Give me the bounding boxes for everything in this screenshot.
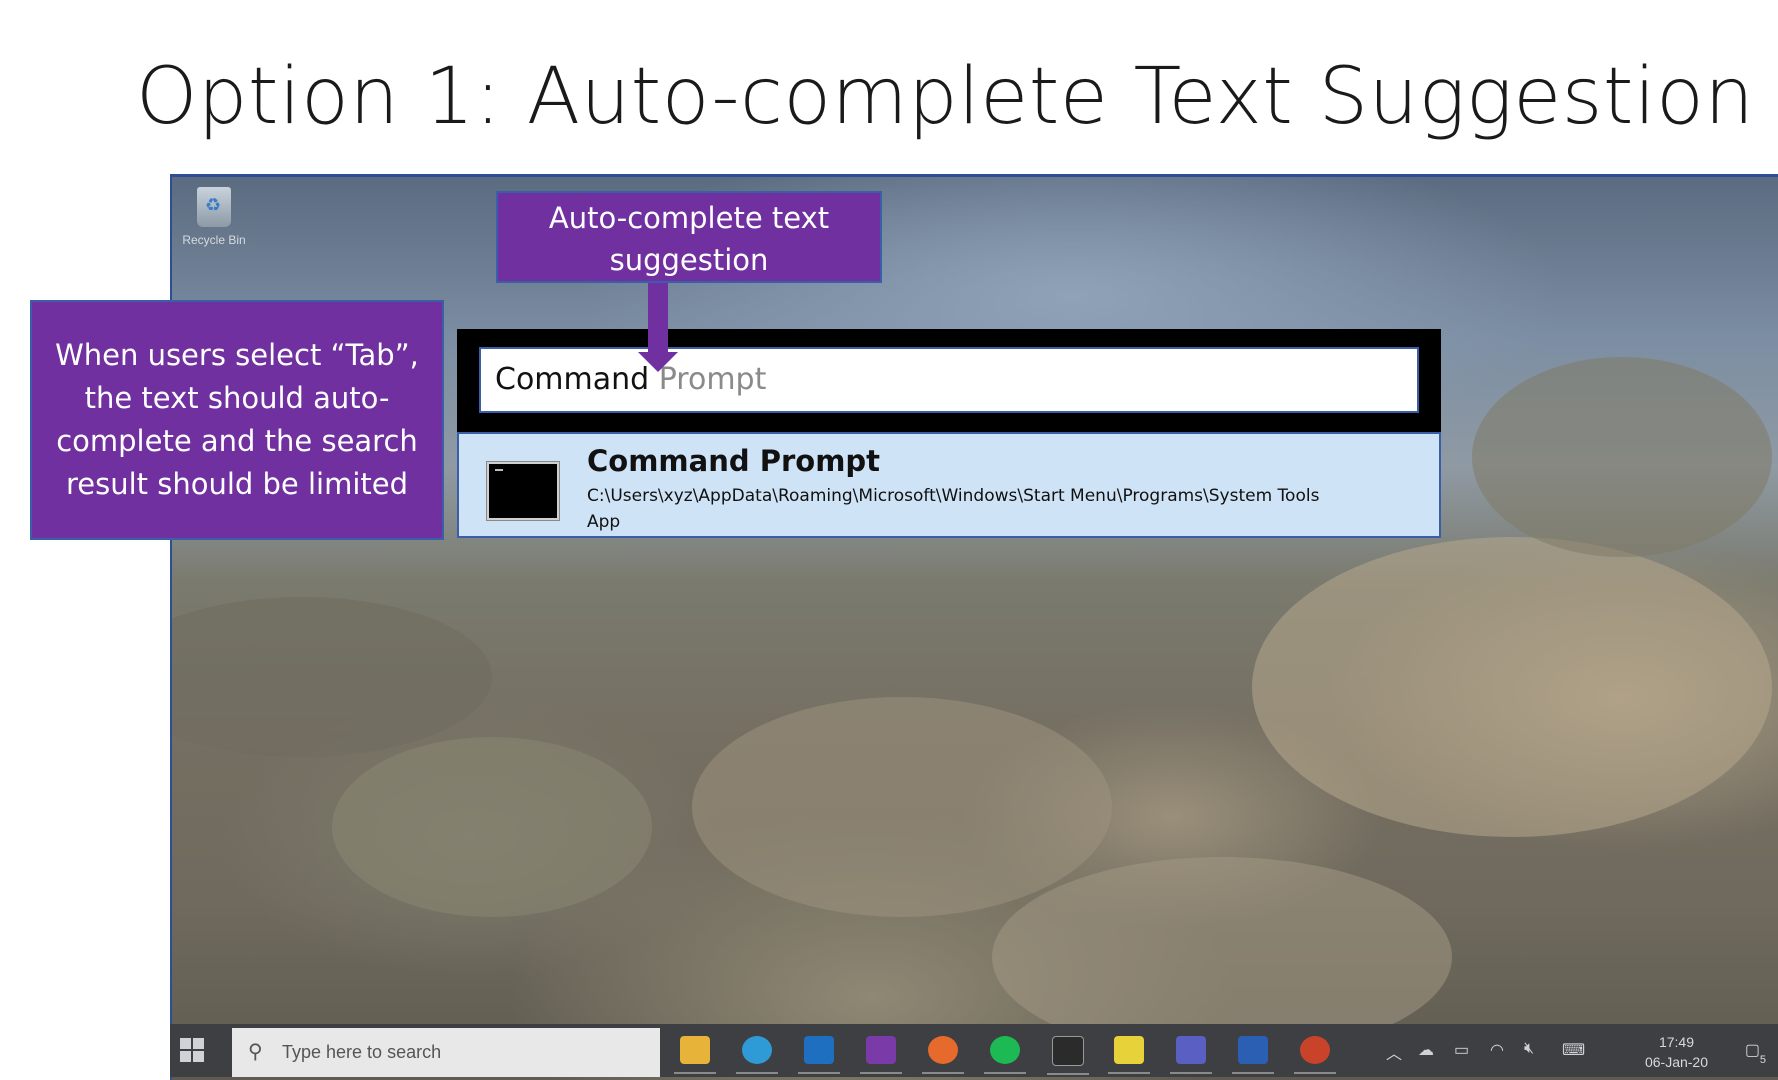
callout-arrow-head xyxy=(638,352,678,372)
clock-time: 17:49 xyxy=(1658,1034,1694,1050)
notification-icon[interactable]: ▢ xyxy=(1745,1040,1760,1060)
firefox-icon[interactable] xyxy=(922,1036,964,1074)
taskbar-search-placeholder: Type here to search xyxy=(282,1042,442,1062)
chevron-up-icon[interactable]: ︿ xyxy=(1386,1040,1402,1064)
result-title: Command Prompt xyxy=(587,444,881,478)
word-icon[interactable] xyxy=(1232,1036,1274,1074)
windows-start-icon[interactable] xyxy=(180,1038,206,1064)
result-type: App xyxy=(587,512,621,532)
recycle-bin-label: Recycle Bin xyxy=(182,233,246,247)
clock-date: 06-Jan-20 xyxy=(1644,1054,1708,1070)
callout-tab-behavior: When users select “Tab”, the text should… xyxy=(30,300,444,540)
onenote-icon[interactable] xyxy=(860,1036,902,1074)
system-tray: ︿ ☁ ▭ ◠ 🔇︎ ⌨ 17:49 06-Jan-20 ▢ 5 xyxy=(1378,1024,1778,1077)
search-result-item[interactable]: Command Prompt C:\Users\xyz\AppData\Roam… xyxy=(457,432,1441,538)
callout-autocomplete: Auto-complete text suggestion xyxy=(496,191,882,283)
recycle-bin-icon xyxy=(197,187,231,227)
taskbar: ⚲ Type here to search ︿ ☁ ▭ ◠ 🔇︎ ⌨ 17:49… xyxy=(170,1024,1778,1077)
search-icon: ⚲ xyxy=(248,1041,263,1063)
callout-text: complete and the search xyxy=(56,424,418,458)
search-typed-text: Command xyxy=(495,362,650,397)
powerpoint-icon[interactable] xyxy=(1294,1036,1336,1074)
callout-arrow xyxy=(648,283,668,353)
keyboard-icon[interactable]: ⌨ xyxy=(1562,1040,1585,1060)
clock[interactable]: 17:49 06-Jan-20 xyxy=(1645,1032,1708,1072)
taskbar-search-box[interactable]: ⚲ Type here to search xyxy=(232,1028,660,1077)
notification-count: 5 xyxy=(1759,1054,1766,1066)
callout-text: suggestion xyxy=(609,243,769,277)
callout-text: Auto-complete text xyxy=(548,201,830,235)
teams-icon[interactable] xyxy=(1170,1036,1212,1074)
callout-text: result should be limited xyxy=(65,467,409,501)
edge-beta-icon[interactable] xyxy=(736,1036,778,1074)
command-prompt-icon xyxy=(487,462,559,520)
wifi-icon[interactable]: ◠ xyxy=(1490,1040,1504,1060)
callout-text: When users select “Tab”, xyxy=(55,338,419,372)
callout-text: the text should auto- xyxy=(84,381,390,415)
volume-muted-icon[interactable]: 🔇︎ xyxy=(1524,1040,1534,1058)
onedrive-icon[interactable]: ☁ xyxy=(1418,1040,1434,1060)
battery-icon[interactable]: ▭ xyxy=(1454,1040,1469,1060)
recycle-bin[interactable]: Recycle Bin xyxy=(180,187,248,247)
outlook-icon[interactable] xyxy=(798,1036,840,1074)
spotify-icon[interactable] xyxy=(984,1036,1026,1074)
sticky-notes-icon[interactable] xyxy=(1108,1036,1150,1074)
result-path: C:\Users\xyz\AppData\Roaming\Microsoft\W… xyxy=(587,486,1320,506)
slide-title: Option 1: Auto-complete Text Suggestion xyxy=(136,52,1755,142)
file-explorer-icon[interactable] xyxy=(674,1036,716,1074)
search-input[interactable]: Command Prompt xyxy=(479,347,1419,413)
search-panel: Command Prompt xyxy=(457,329,1441,432)
terminal-icon[interactable] xyxy=(1047,1036,1089,1075)
